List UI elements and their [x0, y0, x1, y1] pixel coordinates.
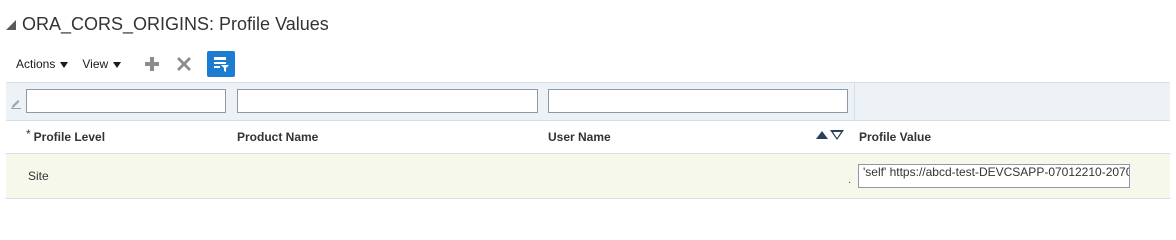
required-marker: * [26, 127, 31, 141]
column-header-label: User Name [548, 130, 611, 144]
query-by-example-button[interactable] [207, 51, 236, 77]
add-row-button[interactable] [139, 51, 165, 77]
sort-descending-icon[interactable] [830, 130, 844, 140]
caret-down-icon [113, 62, 122, 68]
column-header-label: Profile Value [859, 130, 932, 144]
pencil-icon [11, 100, 21, 109]
profile-level-cell: Site [28, 169, 49, 183]
table-row[interactable]: Site . 'self' https://abcd-test-DEVCSAPP… [6, 154, 1170, 199]
view-menu[interactable]: View [82, 57, 122, 71]
row-marker: . [848, 174, 852, 186]
sort-controls [816, 130, 844, 140]
collapse-triangle-icon[interactable] [6, 20, 16, 30]
profile-value-field[interactable]: 'self' https://abcd-test-DEVCSAPP-070122… [858, 164, 1130, 188]
table-toolbar: Actions View [16, 50, 236, 78]
column-header-profile-level[interactable]: * Profile Level [26, 121, 105, 153]
actions-menu-label: Actions [16, 57, 56, 71]
filter-row [6, 83, 1170, 121]
column-header-user-name[interactable]: User Name [548, 121, 611, 153]
user-name-filter-input[interactable] [548, 89, 848, 113]
profile-level-filter-input[interactable] [26, 89, 226, 113]
query-by-example-icon [214, 57, 230, 72]
x-icon [177, 57, 192, 71]
column-divider [854, 83, 855, 120]
actions-menu[interactable]: Actions [16, 57, 69, 71]
column-header-label: Product Name [237, 130, 319, 144]
caret-down-icon [60, 62, 69, 68]
page-title: ORA_CORS_ORIGINS: Profile Values [22, 13, 329, 34]
column-header-label: Profile Level [33, 130, 106, 144]
sort-ascending-icon[interactable] [816, 131, 828, 139]
product-name-filter-input[interactable] [237, 89, 538, 113]
column-header-product-name[interactable]: Product Name [237, 121, 318, 153]
profile-values-table: * Profile Level Product Name User Name P… [6, 82, 1170, 199]
column-header-profile-value[interactable]: Profile Value [859, 121, 931, 153]
delete-row-button[interactable] [171, 51, 197, 77]
page-header: ORA_CORS_ORIGINS: Profile Values [6, 12, 329, 36]
view-menu-label: View [82, 57, 109, 71]
plus-icon [145, 57, 160, 71]
column-header-row: * Profile Level Product Name User Name P… [6, 121, 1170, 154]
